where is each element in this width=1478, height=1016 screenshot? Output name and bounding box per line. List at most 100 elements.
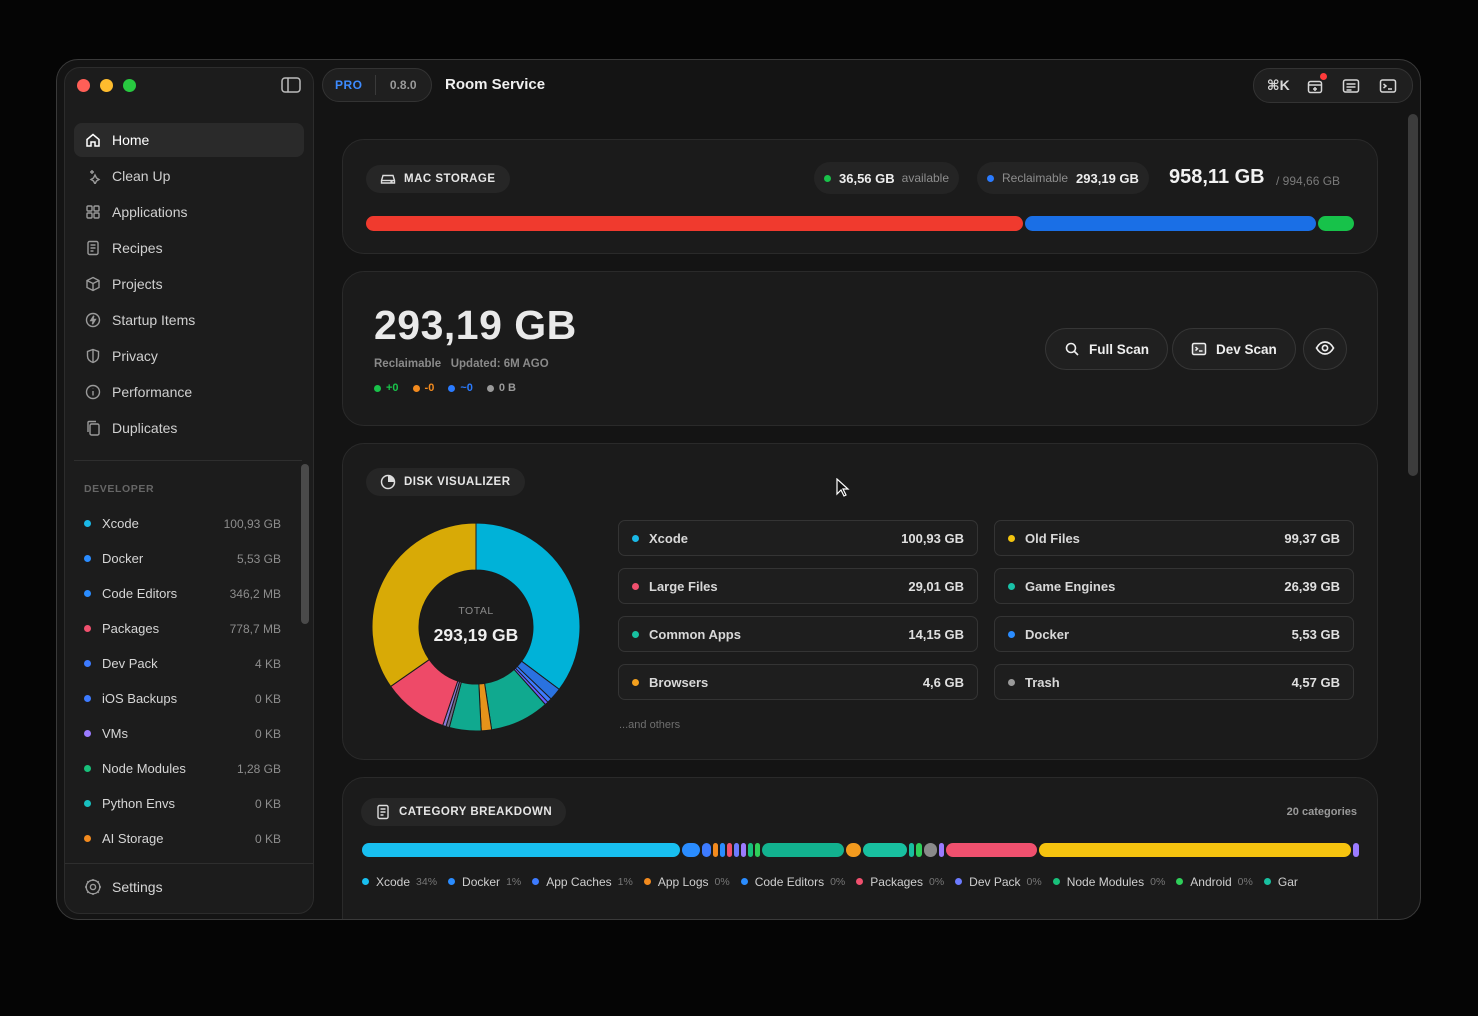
sidebar-item-performance[interactable]: Performance [74,375,304,409]
sidebar-item-home[interactable]: Home [74,123,304,157]
category-segment[interactable] [713,843,719,857]
category-legend-item[interactable]: Xcode 34% [362,875,437,889]
visualizer-legend-item[interactable]: Old Files 99,37 GB [994,520,1354,556]
developer-item[interactable]: Xcode 100,93 GB [74,506,289,541]
close-window-button[interactable] [77,79,90,92]
category-name: App Logs [657,874,709,889]
visualizer-legend-item[interactable]: Trash 4,57 GB [994,664,1354,700]
legend-item-name: Large Files [649,578,718,594]
category-legend-item[interactable]: Code Editors 0% [740,875,845,889]
developer-item[interactable]: VMs 0 KB [74,716,289,751]
delta-value: 0 B [498,382,516,394]
category-legend-item[interactable]: App Logs 0% [643,874,730,889]
scrollbar-thumb[interactable] [301,464,309,624]
category-segment[interactable] [846,843,861,857]
delta-dot [374,384,381,392]
developer-item[interactable]: Docker 5,53 GB [74,541,289,576]
category-segment[interactable] [748,843,754,857]
sidebar-item-clean-up[interactable]: Clean Up [74,159,304,193]
category-legend-item[interactable]: Node Modules 0% [1052,875,1166,889]
visualizer-legend-item[interactable]: Large Files 29,01 GB [618,568,978,604]
minimize-window-button[interactable] [100,79,113,92]
category-legend-item[interactable]: Android 0% [1176,875,1253,889]
notifications-button[interactable] [1303,72,1327,97]
sidebar-item-applications[interactable]: Applications [74,195,304,229]
category-percent: 0% [1026,875,1042,888]
dev-scan-button[interactable]: Dev Scan [1172,328,1296,370]
category-segment[interactable] [362,843,680,857]
main-scrollbar[interactable] [1408,114,1420,904]
terminal-button[interactable] [1376,75,1400,97]
sidebar-item-duplicates[interactable]: Duplicates [74,411,304,445]
category-segment[interactable] [702,843,712,857]
category-legend: Xcode 34% Docker 1% App Caches 1% App Logs 0% Co… [362,874,1360,892]
category-legend-item[interactable]: Docker 1% [448,875,521,889]
sidebar-item-settings[interactable]: Settings [84,878,163,896]
sidebar-toggle-icon[interactable] [280,76,302,96]
category-segment[interactable] [720,843,726,857]
category-segment[interactable] [939,843,945,857]
version-pill: PRO 0.8.0 [322,68,432,102]
toolbar: ⌘K [1253,68,1413,103]
developer-item[interactable]: iOS Backups 0 KB [74,681,289,716]
sidebar-item-recipes[interactable]: Recipes [74,231,304,265]
category-segment[interactable] [946,843,1037,857]
color-dot [1263,878,1271,885]
category-legend-item[interactable]: Gar [1263,875,1298,889]
sidebar-item-label: Startup Items [112,312,196,328]
color-dot [632,630,639,638]
log-view-button[interactable] [1339,75,1363,97]
category-percent: 0% [1150,875,1166,888]
category-segment[interactable] [863,843,908,857]
copy-icon [84,419,102,437]
disk-usage-donut-chart[interactable]: TOTAL 293,19 GB [369,520,583,734]
developer-item[interactable]: Packages 778,7 MB [74,611,289,646]
sidebar-item-startup-items[interactable]: Startup Items [74,303,304,337]
category-legend-item[interactable]: Dev Pack 0% [955,875,1042,889]
command-palette-button[interactable]: ⌘K [1266,75,1290,97]
developer-item[interactable]: AI Storage 0 KB [74,821,289,856]
visualizer-legend-item[interactable]: Docker 5,53 GB [994,616,1354,652]
category-segment[interactable] [734,843,740,857]
full-scan-button[interactable]: Full Scan [1045,328,1169,370]
toggle-visibility-button[interactable] [1303,328,1347,370]
notification-badge [1319,72,1327,80]
developer-item[interactable]: Code Editors 346,2 MB [74,576,289,611]
sidebar-item-privacy[interactable]: Privacy [74,339,304,373]
visualizer-legend-item[interactable]: Browsers 4,6 GB [618,664,978,700]
developer-item[interactable]: Python Envs 0 KB [74,786,289,821]
visualizer-legend-item[interactable]: Xcode 100,93 GB [618,520,978,556]
delta-dot [412,384,420,392]
developer-item[interactable]: Node Modules 1,28 GB [74,751,289,786]
category-segment[interactable] [755,843,761,857]
visualizer-legend-item[interactable]: Common Apps 14,15 GB [618,616,978,652]
category-percent: 0% [928,875,945,888]
category-segment[interactable] [916,843,923,857]
category-legend-item[interactable]: Packages 0% [856,875,944,889]
category-segment[interactable] [924,843,938,857]
developer-item[interactable]: Dev Pack 4 KB [74,646,289,681]
category-legend-item[interactable]: App Caches 1% [532,875,633,889]
category-segment[interactable] [727,843,733,857]
pie-chart-icon [380,474,396,490]
and-others-link[interactable]: ...and others [619,719,680,731]
bolt-icon [84,311,102,329]
category-segment[interactable] [1352,843,1359,857]
category-segment[interactable] [762,843,845,857]
sidebar-item-label: Recipes [112,240,163,256]
storage-segment-available [1317,216,1354,231]
category-segment[interactable] [1038,843,1351,857]
sidebar-scrollbar[interactable] [301,464,310,864]
zoom-window-button[interactable] [123,79,136,92]
developer-item-size: 1,28 GB [236,761,281,776]
legend-item-size: 99,37 GB [1284,530,1340,546]
category-segment[interactable] [909,843,915,857]
category-segment[interactable] [681,843,701,857]
developer-item-size: 0 KB [254,691,281,706]
visualizer-legend-item[interactable]: Game Engines 26,39 GB [994,568,1354,604]
scrollbar-thumb[interactable] [1408,114,1418,476]
category-segment[interactable] [741,843,747,857]
sidebar-item-projects[interactable]: Projects [74,267,304,301]
delta-item: -0 [412,382,434,394]
pro-badge[interactable]: PRO [323,78,375,92]
